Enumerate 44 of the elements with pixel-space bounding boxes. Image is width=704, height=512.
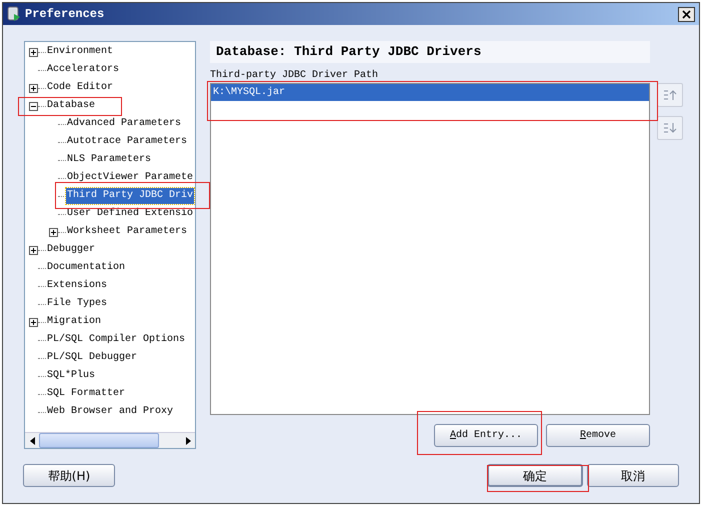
tree-item[interactable]: Debugger (46, 242, 96, 258)
expand-icon[interactable] (29, 318, 38, 326)
tree-item[interactable]: Third Party JDBC Driv (66, 188, 194, 204)
tree-item[interactable]: PL/SQL Compiler Options (46, 332, 186, 348)
tree-item[interactable]: File Types (46, 296, 108, 312)
tree-item[interactable]: ObjectViewer Paramete (66, 170, 194, 186)
scroll-thumb[interactable] (39, 433, 159, 448)
tree-item[interactable]: Worksheet Parameters (66, 224, 188, 240)
move-down-icon (663, 122, 677, 134)
list-label: Third-party JDBC Driver Path (210, 70, 380, 82)
move-up-button[interactable] (657, 83, 683, 107)
tree-item[interactable]: Advanced Parameters (66, 116, 182, 132)
tree-item[interactable]: Documentation (46, 260, 126, 276)
move-up-icon (663, 89, 677, 101)
page-title: Database: Third Party JDBC Drivers (216, 43, 482, 62)
tree-item[interactable]: NLS Parameters (66, 152, 152, 168)
window-title: Preferences (25, 6, 104, 23)
tree-item[interactable]: Extensions (46, 278, 108, 294)
expand-icon[interactable] (29, 84, 38, 92)
expand-icon[interactable] (29, 246, 38, 254)
remove-button[interactable]: Remove (546, 424, 650, 447)
app-icon (7, 6, 21, 22)
move-down-button[interactable] (657, 116, 683, 140)
list-row[interactable]: K:\MYSQL.jar (211, 84, 649, 101)
help-button[interactable]: 帮助(H) (23, 464, 115, 487)
tree-item[interactable]: Accelerators (46, 62, 120, 78)
ok-button[interactable]: 确定 (487, 464, 583, 487)
expand-icon[interactable] (29, 48, 38, 56)
tree-item[interactable]: PL/SQL Debugger (46, 350, 138, 366)
tree-item[interactable]: Environment (46, 44, 114, 60)
tree-item[interactable]: Migration (46, 314, 102, 330)
tree-item[interactable]: SQL Formatter (46, 386, 126, 402)
tree-item[interactable]: SQL*Plus (46, 368, 96, 384)
tree-item[interactable]: Web Browser and Proxy (46, 404, 174, 420)
add-entry-button[interactable]: Add Entry... (434, 424, 538, 447)
close-button[interactable] (678, 6, 695, 22)
expand-icon[interactable] (49, 228, 58, 236)
collapse-icon[interactable] (29, 102, 38, 110)
tree-item[interactable]: Autotrace Parameters (66, 134, 188, 150)
cancel-button[interactable]: 取消 (587, 464, 679, 487)
tree-item[interactable]: Database (46, 98, 96, 114)
horizontal-scrollbar[interactable] (25, 432, 195, 448)
close-icon (682, 10, 691, 18)
tree-item[interactable]: Code Editor (46, 80, 114, 96)
